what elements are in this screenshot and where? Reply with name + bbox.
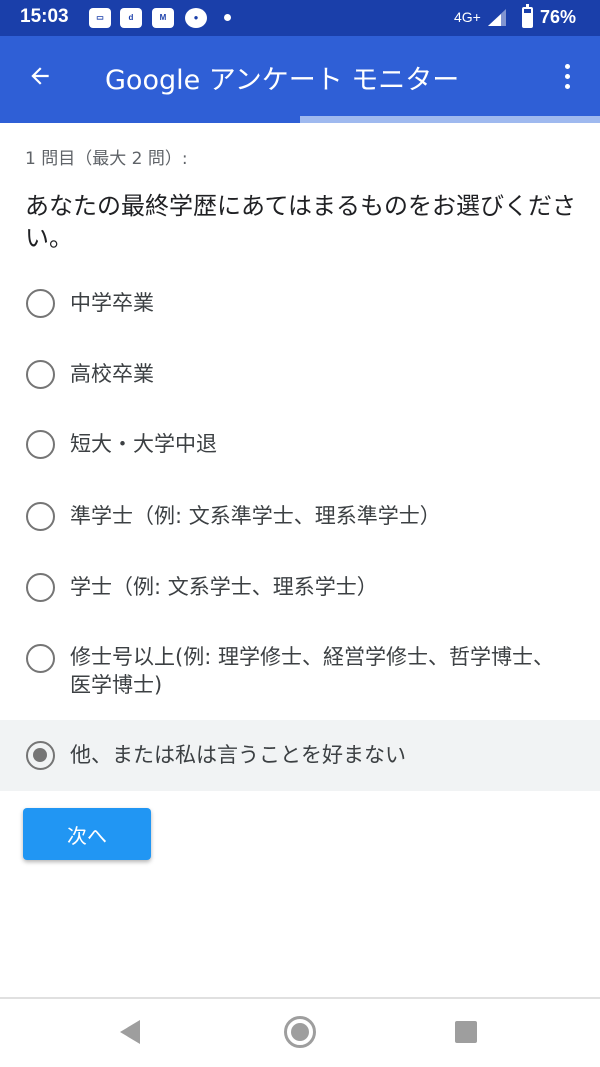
- radio-button[interactable]: [26, 644, 55, 673]
- survey-progress-fill: [0, 116, 300, 123]
- option-junior-high[interactable]: 中学卒業: [0, 283, 600, 323]
- app-title: Google アンケート モニター: [105, 65, 460, 96]
- radio-button[interactable]: [26, 430, 55, 459]
- option-label: 他、または私は言うことを好まない: [70, 743, 406, 767]
- radio-button[interactable]: [26, 289, 55, 318]
- shopping-app-notification-icon: ●: [185, 8, 207, 28]
- question-counter: 1 問目（最大 2 問）:: [25, 149, 188, 169]
- status-time: 15:03: [20, 6, 69, 27]
- back-button[interactable]: [20, 56, 60, 96]
- nav-recents-icon[interactable]: [455, 1021, 477, 1043]
- gmail-icon: M: [152, 8, 174, 28]
- status-bar: 15:03 ▭ d M ● 4G+ 76%: [0, 0, 600, 36]
- d-app-notification-icon: d: [120, 8, 142, 28]
- network-type: 4G+: [454, 9, 481, 25]
- option-associate-degree[interactable]: 準学士（例: 文系準学士、理系準学士）: [0, 496, 600, 536]
- radio-button-selected[interactable]: [26, 741, 55, 770]
- more-notifications-dot: [224, 14, 231, 21]
- system-nav-bar: [0, 999, 600, 1067]
- option-label: 中学卒業: [70, 291, 154, 315]
- mobile-app-notification-icon: ▭: [89, 8, 111, 28]
- option-master-or-higher[interactable]: 修士号以上(例: 理学修士、経営学修士、哲学博士、医学博士): [0, 638, 600, 704]
- next-button[interactable]: 次へ: [23, 808, 151, 860]
- more-vert-icon: [564, 63, 570, 69]
- battery-icon: [522, 4, 533, 28]
- more-options-button[interactable]: [552, 56, 582, 96]
- radio-button[interactable]: [26, 502, 55, 531]
- signal-icon: [488, 9, 506, 26]
- option-label: 短大・大学中退: [70, 432, 217, 456]
- option-high-school[interactable]: 高校卒業: [0, 354, 600, 394]
- app-bar: Google アンケート モニター: [0, 36, 600, 116]
- option-label: 学士（例: 文系学士、理系学士）: [70, 575, 378, 599]
- option-label: 準学士（例: 文系準学士、理系準学士）: [70, 504, 441, 528]
- radio-button[interactable]: [26, 360, 55, 389]
- arrow-back-icon: [31, 67, 49, 85]
- option-prefer-not-to-say[interactable]: 他、または私は言うことを好まない: [0, 720, 600, 791]
- battery-percent: 76%: [540, 7, 577, 27]
- nav-back-icon[interactable]: [120, 1020, 140, 1044]
- survey-progress-bar: [0, 116, 600, 123]
- option-junior-college[interactable]: 短大・大学中退: [0, 424, 600, 464]
- nav-home-icon[interactable]: [284, 1016, 316, 1048]
- option-label: 高校卒業: [70, 362, 154, 386]
- option-bachelor[interactable]: 学士（例: 文系学士、理系学士）: [0, 567, 600, 607]
- radio-button[interactable]: [26, 573, 55, 602]
- option-label: 修士号以上(例: 理学修士、経営学修士、哲学博士、医学博士): [70, 645, 554, 697]
- question-text: あなたの最終学歴にあてはまるものをお選びください。: [25, 192, 577, 252]
